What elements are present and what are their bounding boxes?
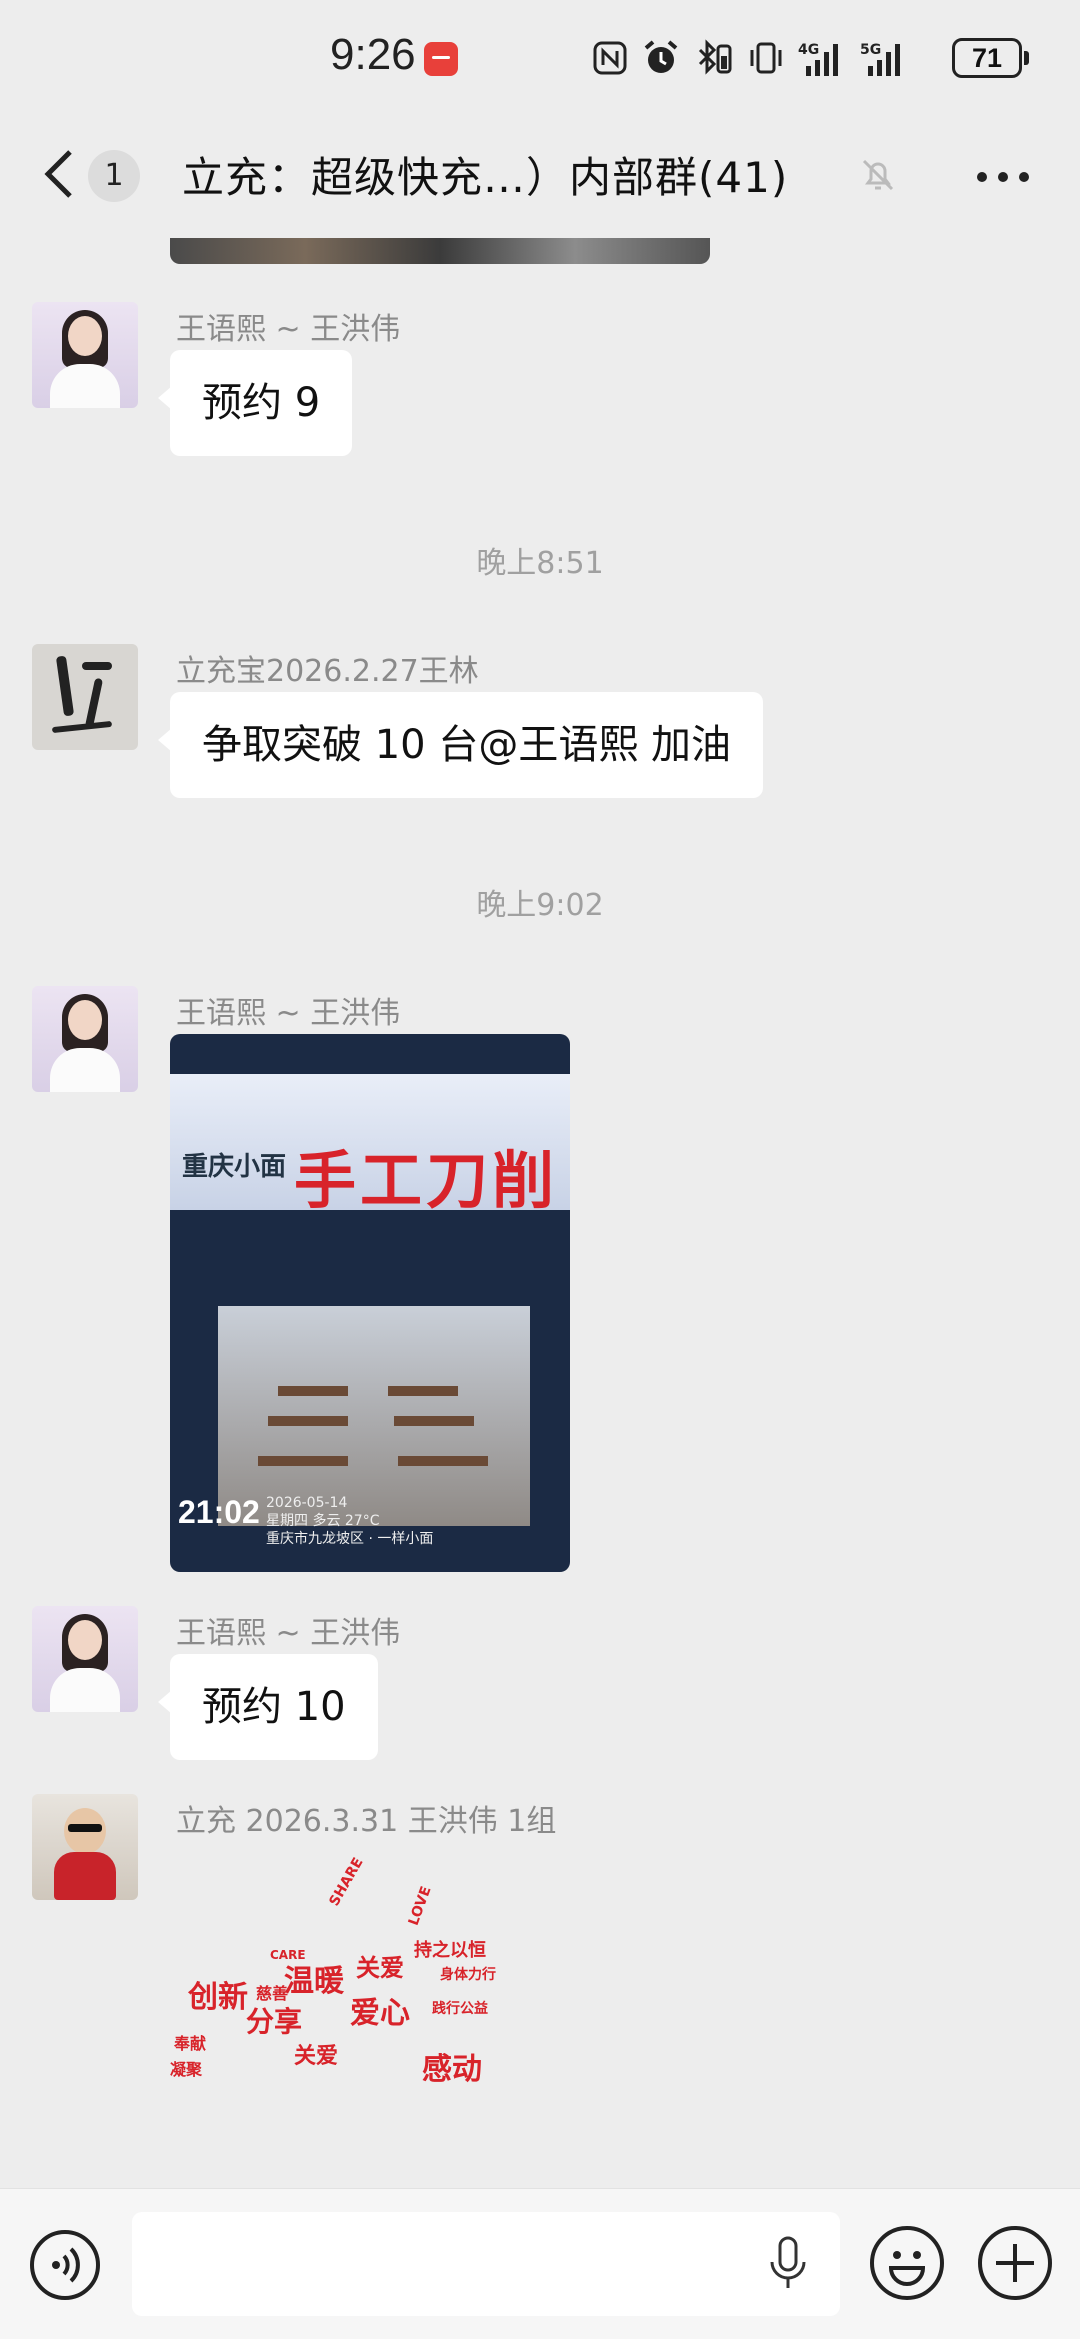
restaurant-interior xyxy=(218,1306,530,1526)
svg-text:5G: 5G xyxy=(860,42,881,58)
previous-image-message[interactable] xyxy=(170,238,710,264)
unread-count-badge[interactable]: 1 xyxy=(88,150,140,202)
avatar[interactable] xyxy=(32,302,138,408)
image-message[interactable]: 重庆小面 手工刀削 21:02 2026-05-14 星期四 多云 27°C 重… xyxy=(170,1034,570,1572)
avatar[interactable] xyxy=(32,1606,138,1712)
mute-bell-icon xyxy=(862,159,894,191)
voice-input-button[interactable] xyxy=(30,2230,100,2300)
nfc-icon xyxy=(593,41,627,75)
sender-name: 王语熙 ~ 王洪伟 xyxy=(176,312,401,347)
emoji-icon xyxy=(888,2251,926,2286)
photo-date: 2026-05-14 xyxy=(266,1495,348,1511)
photo-weather: 多云 27°C xyxy=(312,1513,380,1529)
message-input[interactable] xyxy=(132,2212,840,2316)
back-arrow-icon[interactable] xyxy=(40,144,80,204)
photo-timestamp: 21:02 xyxy=(178,1494,260,1530)
photo-location: 重庆市九龙坡区 · 一样小面 xyxy=(266,1531,434,1547)
app-notification-icon xyxy=(424,42,458,76)
sender-name: 立充 2026.3.31 王洪伟 1组 xyxy=(176,1804,557,1839)
time-divider: 晚上8:51 xyxy=(476,546,604,581)
text-message[interactable]: 预约 10 xyxy=(158,1654,378,1760)
emoji-button[interactable] xyxy=(870,2226,944,2300)
text-message[interactable]: 预约 9 xyxy=(157,350,353,456)
plus-icon xyxy=(996,2244,1034,2282)
avatar[interactable] xyxy=(32,644,138,750)
more-options-icon[interactable] xyxy=(976,170,1030,184)
svg-text:4G: 4G xyxy=(798,42,819,58)
photo-date-block: 2026-05-14 星期四 多云 27°C 重庆市九龙坡区 · 一样小面 xyxy=(266,1494,433,1548)
sign-small-text: 重庆小面 xyxy=(182,1152,287,1182)
4g-signal-icon: 4G xyxy=(798,42,838,76)
thumbs-up-sticker[interactable]: 创新 温暖 关爱 爱心 分享 感动 持之以恒 身体力行 践行公益 凝聚 奉献 关… xyxy=(170,1838,540,2188)
alarm-icon xyxy=(644,40,678,73)
status-icons: 4G 5G xyxy=(592,36,908,80)
message-list[interactable]: 王语熙 ~ 王洪伟 预约 9 晚上8:51 立充宝2026.2.27王林 争取突… xyxy=(0,238,1080,2188)
avatar[interactable] xyxy=(32,986,138,1092)
sender-name: 王语熙 ~ 王洪伟 xyxy=(176,996,401,1031)
vibrate-icon xyxy=(750,42,782,74)
status-bar: 9:26 4G 5G 71 xyxy=(0,0,1080,120)
sender-name: 立充宝2026.2.27王林 xyxy=(176,654,479,689)
status-time: 9:26 xyxy=(330,30,416,79)
avatar[interactable] xyxy=(32,1794,138,1900)
sign-big-text: 手工刀削 xyxy=(294,1144,559,1217)
photo-weekday: 星期四 xyxy=(266,1513,308,1529)
bluetooth-icon xyxy=(698,39,732,75)
text-message[interactable]: 争取突破 10 台@王语熙 加油 xyxy=(157,692,764,798)
shop-sign: 重庆小面 手工刀削 xyxy=(170,1074,570,1217)
voice-icon xyxy=(52,2247,80,2283)
5g-signal-icon: 5G xyxy=(860,42,900,76)
time-divider: 晚上9:02 xyxy=(476,888,604,923)
battery-indicator: 71 xyxy=(952,38,1029,78)
more-functions-button[interactable] xyxy=(978,2226,1052,2300)
microphone-icon[interactable] xyxy=(768,2236,808,2292)
sender-name: 王语熙 ~ 王洪伟 xyxy=(176,1616,401,1651)
chat-title[interactable]: 立充：超级快充…）内部群(41) xyxy=(182,144,788,205)
